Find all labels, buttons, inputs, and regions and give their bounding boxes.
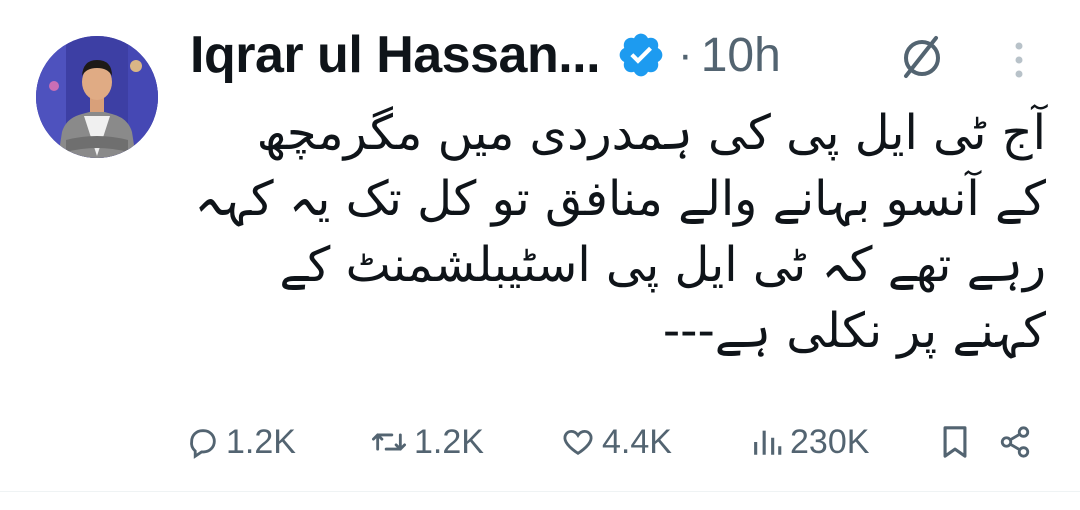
repost-count: 1.2K <box>414 422 484 461</box>
tweet-actions: 1.2K 1.2K 4.4K 230K <box>0 420 1080 464</box>
views-chart-icon <box>754 430 782 455</box>
avatar-image <box>36 36 158 158</box>
header-separator: · <box>678 30 693 79</box>
tweet-timestamp[interactable]: 10h <box>701 28 781 83</box>
views-count: 230K <box>790 422 870 461</box>
reply-count: 1.2K <box>226 422 296 461</box>
repost-icon <box>371 433 406 451</box>
verified-badge-icon[interactable] <box>616 30 666 80</box>
bookmark-icon <box>943 426 967 458</box>
bookmark-button[interactable] <box>940 420 976 464</box>
tweet-card[interactable]: Iqrar ul Hassan... · 10h آج ٹی ایل پی کی… <box>0 0 1080 510</box>
grok-icon[interactable] <box>896 30 948 82</box>
tweet-header: Iqrar ul Hassan... · 10h <box>190 24 781 86</box>
repost-button[interactable]: 1.2K <box>370 420 484 464</box>
share-button[interactable] <box>998 420 1038 464</box>
tweet-text: آج ٹی ایل پی کی ہمدردی میں مگرمچھ کے آنس… <box>194 105 1046 359</box>
author-name[interactable]: Iqrar ul Hassan... <box>190 25 601 85</box>
like-count: 4.4K <box>602 422 672 461</box>
like-button[interactable]: 4.4K <box>560 420 672 464</box>
avatar[interactable] <box>36 36 158 158</box>
views-button[interactable]: 230K <box>750 420 869 464</box>
more-vertical-icon[interactable] <box>1004 38 1034 82</box>
reply-button[interactable]: 1.2K <box>186 420 296 464</box>
share-icon <box>1000 426 1030 458</box>
bottom-divider <box>0 491 1080 492</box>
heart-icon <box>563 429 593 455</box>
reply-icon <box>190 429 216 459</box>
